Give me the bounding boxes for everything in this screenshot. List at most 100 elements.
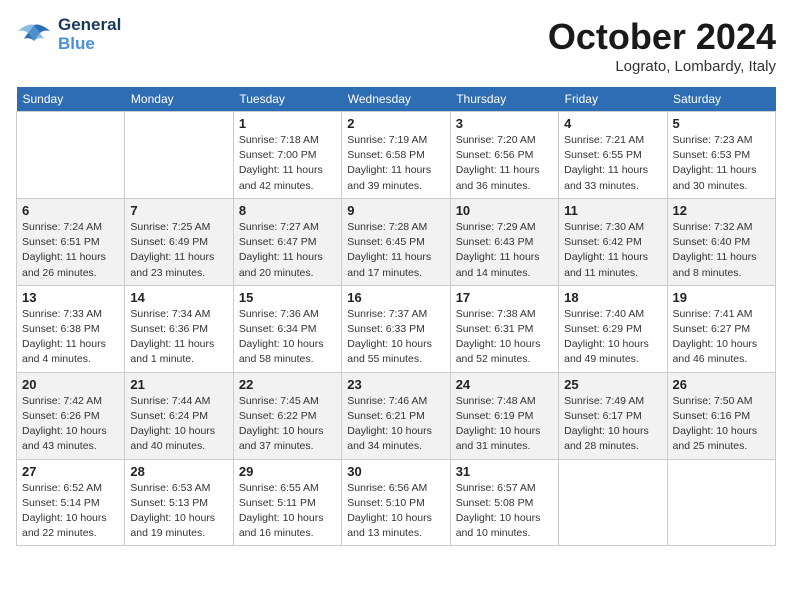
weekday-header-monday: Monday <box>125 87 233 112</box>
day-info: Sunrise: 7:19 AM Sunset: 6:58 PM Dayligh… <box>347 133 444 194</box>
calendar-cell: 20 Sunrise: 7:42 AM Sunset: 6:26 PM Dayli… <box>17 372 125 459</box>
day-info: Sunrise: 7:36 AM Sunset: 6:34 PM Dayligh… <box>239 307 336 368</box>
calendar-week-row: 20 Sunrise: 7:42 AM Sunset: 6:26 PM Dayli… <box>17 372 776 459</box>
calendar-cell: 25 Sunrise: 7:49 AM Sunset: 6:17 PM Dayli… <box>559 372 667 459</box>
calendar-cell: 18 Sunrise: 7:40 AM Sunset: 6:29 PM Dayli… <box>559 285 667 372</box>
day-info: Sunrise: 7:38 AM Sunset: 6:31 PM Dayligh… <box>456 307 553 368</box>
day-info: Sunrise: 7:34 AM Sunset: 6:36 PM Dayligh… <box>130 307 227 368</box>
day-number: 18 <box>564 290 661 305</box>
calendar-cell: 12 Sunrise: 7:32 AM Sunset: 6:40 PM Dayli… <box>667 198 775 285</box>
day-info: Sunrise: 7:25 AM Sunset: 6:49 PM Dayligh… <box>130 220 227 281</box>
day-info: Sunrise: 7:33 AM Sunset: 6:38 PM Dayligh… <box>22 307 119 368</box>
day-number: 25 <box>564 377 661 392</box>
day-number: 4 <box>564 116 661 131</box>
calendar-week-row: 1Sunrise: 7:18 AM Sunset: 7:00 PM Daylig… <box>17 112 776 199</box>
day-info: Sunrise: 7:27 AM Sunset: 6:47 PM Dayligh… <box>239 220 336 281</box>
calendar-cell: 15 Sunrise: 7:36 AM Sunset: 6:34 PM Dayli… <box>233 285 341 372</box>
calendar-cell: 26 Sunrise: 7:50 AM Sunset: 6:16 PM Dayli… <box>667 372 775 459</box>
calendar-cell: 11Sunrise: 7:30 AM Sunset: 6:42 PM Dayli… <box>559 198 667 285</box>
day-number: 16 <box>347 290 444 305</box>
day-number: 22 <box>239 377 336 392</box>
calendar-cell: 4 Sunrise: 7:21 AM Sunset: 6:55 PM Daylig… <box>559 112 667 199</box>
day-number: 23 <box>347 377 444 392</box>
day-info: Sunrise: 7:41 AM Sunset: 6:27 PM Dayligh… <box>673 307 770 368</box>
day-info: Sunrise: 7:49 AM Sunset: 6:17 PM Dayligh… <box>564 394 661 455</box>
calendar-cell: 9Sunrise: 7:28 AM Sunset: 6:45 PM Daylig… <box>342 198 450 285</box>
day-info: Sunrise: 6:53 AM Sunset: 5:13 PM Dayligh… <box>130 481 227 542</box>
location-text: Lograto, Lombardy, Italy <box>548 58 776 75</box>
weekday-header-row: SundayMondayTuesdayWednesdayThursdayFrid… <box>17 87 776 112</box>
day-number: 31 <box>456 464 553 479</box>
calendar-week-row: 6 Sunrise: 7:24 AM Sunset: 6:51 PM Daylig… <box>17 198 776 285</box>
day-number: 30 <box>347 464 444 479</box>
calendar-cell: 6 Sunrise: 7:24 AM Sunset: 6:51 PM Daylig… <box>17 198 125 285</box>
day-info: Sunrise: 7:44 AM Sunset: 6:24 PM Dayligh… <box>130 394 227 455</box>
calendar-cell: 7 Sunrise: 7:25 AM Sunset: 6:49 PM Daylig… <box>125 198 233 285</box>
calendar-cell <box>125 112 233 199</box>
day-info: Sunrise: 7:37 AM Sunset: 6:33 PM Dayligh… <box>347 307 444 368</box>
weekday-header-thursday: Thursday <box>450 87 558 112</box>
day-number: 8 <box>239 203 336 218</box>
day-info: Sunrise: 7:42 AM Sunset: 6:26 PM Dayligh… <box>22 394 119 455</box>
calendar-cell: 30 Sunrise: 6:56 AM Sunset: 5:10 PM Dayli… <box>342 459 450 546</box>
day-number: 24 <box>456 377 553 392</box>
day-info: Sunrise: 7:18 AM Sunset: 7:00 PM Dayligh… <box>239 133 336 194</box>
logo-text: General Blue <box>58 16 121 53</box>
weekday-header-tuesday: Tuesday <box>233 87 341 112</box>
day-info: Sunrise: 7:46 AM Sunset: 6:21 PM Dayligh… <box>347 394 444 455</box>
day-number: 3 <box>456 116 553 131</box>
calendar-cell: 23 Sunrise: 7:46 AM Sunset: 6:21 PM Dayli… <box>342 372 450 459</box>
calendar-cell: 14Sunrise: 7:34 AM Sunset: 6:36 PM Dayli… <box>125 285 233 372</box>
day-number: 26 <box>673 377 770 392</box>
day-number: 19 <box>673 290 770 305</box>
title-block: October 2024 Lograto, Lombardy, Italy <box>548 16 776 75</box>
day-info: Sunrise: 7:24 AM Sunset: 6:51 PM Dayligh… <box>22 220 119 281</box>
day-number: 29 <box>239 464 336 479</box>
day-info: Sunrise: 7:32 AM Sunset: 6:40 PM Dayligh… <box>673 220 770 281</box>
month-title: October 2024 <box>548 16 776 58</box>
day-number: 21 <box>130 377 227 392</box>
weekday-header-saturday: Saturday <box>667 87 775 112</box>
day-number: 10 <box>456 203 553 218</box>
calendar-cell: 8 Sunrise: 7:27 AM Sunset: 6:47 PM Daylig… <box>233 198 341 285</box>
day-number: 13 <box>22 290 119 305</box>
day-info: Sunrise: 6:52 AM Sunset: 5:14 PM Dayligh… <box>22 481 119 542</box>
day-info: Sunrise: 7:45 AM Sunset: 6:22 PM Dayligh… <box>239 394 336 455</box>
calendar-cell: 13 Sunrise: 7:33 AM Sunset: 6:38 PM Dayli… <box>17 285 125 372</box>
calendar-cell: 10Sunrise: 7:29 AM Sunset: 6:43 PM Dayli… <box>450 198 558 285</box>
day-number: 28 <box>130 464 227 479</box>
calendar-cell: 24 Sunrise: 7:48 AM Sunset: 6:19 PM Dayli… <box>450 372 558 459</box>
day-info: Sunrise: 6:55 AM Sunset: 5:11 PM Dayligh… <box>239 481 336 542</box>
day-number: 20 <box>22 377 119 392</box>
weekday-header-sunday: Sunday <box>17 87 125 112</box>
page-header: General Blue October 2024 Lograto, Lomba… <box>16 16 776 75</box>
day-number: 2 <box>347 116 444 131</box>
calendar-cell: 16 Sunrise: 7:37 AM Sunset: 6:33 PM Dayli… <box>342 285 450 372</box>
day-number: 12 <box>673 203 770 218</box>
calendar-cell: 5Sunrise: 7:23 AM Sunset: 6:53 PM Daylig… <box>667 112 775 199</box>
day-number: 6 <box>22 203 119 218</box>
day-info: Sunrise: 6:57 AM Sunset: 5:08 PM Dayligh… <box>456 481 553 542</box>
day-info: Sunrise: 7:23 AM Sunset: 6:53 PM Dayligh… <box>673 133 770 194</box>
logo: General Blue <box>16 16 121 53</box>
calendar-cell: 17Sunrise: 7:38 AM Sunset: 6:31 PM Dayli… <box>450 285 558 372</box>
day-info: Sunrise: 7:50 AM Sunset: 6:16 PM Dayligh… <box>673 394 770 455</box>
weekday-header-friday: Friday <box>559 87 667 112</box>
calendar-cell: 22 Sunrise: 7:45 AM Sunset: 6:22 PM Dayli… <box>233 372 341 459</box>
calendar-cell: 1Sunrise: 7:18 AM Sunset: 7:00 PM Daylig… <box>233 112 341 199</box>
day-info: Sunrise: 6:56 AM Sunset: 5:10 PM Dayligh… <box>347 481 444 542</box>
calendar-cell: 31 Sunrise: 6:57 AM Sunset: 5:08 PM Dayli… <box>450 459 558 546</box>
calendar-week-row: 13 Sunrise: 7:33 AM Sunset: 6:38 PM Dayli… <box>17 285 776 372</box>
calendar-cell <box>559 459 667 546</box>
logo-icon <box>16 21 52 49</box>
weekday-header-wednesday: Wednesday <box>342 87 450 112</box>
day-info: Sunrise: 7:40 AM Sunset: 6:29 PM Dayligh… <box>564 307 661 368</box>
day-number: 7 <box>130 203 227 218</box>
day-info: Sunrise: 7:21 AM Sunset: 6:55 PM Dayligh… <box>564 133 661 194</box>
day-info: Sunrise: 7:48 AM Sunset: 6:19 PM Dayligh… <box>456 394 553 455</box>
calendar-week-row: 27 Sunrise: 6:52 AM Sunset: 5:14 PM Dayli… <box>17 459 776 546</box>
calendar-table: SundayMondayTuesdayWednesdayThursdayFrid… <box>16 87 776 546</box>
day-number: 15 <box>239 290 336 305</box>
day-number: 27 <box>22 464 119 479</box>
calendar-cell: 19 Sunrise: 7:41 AM Sunset: 6:27 PM Dayli… <box>667 285 775 372</box>
